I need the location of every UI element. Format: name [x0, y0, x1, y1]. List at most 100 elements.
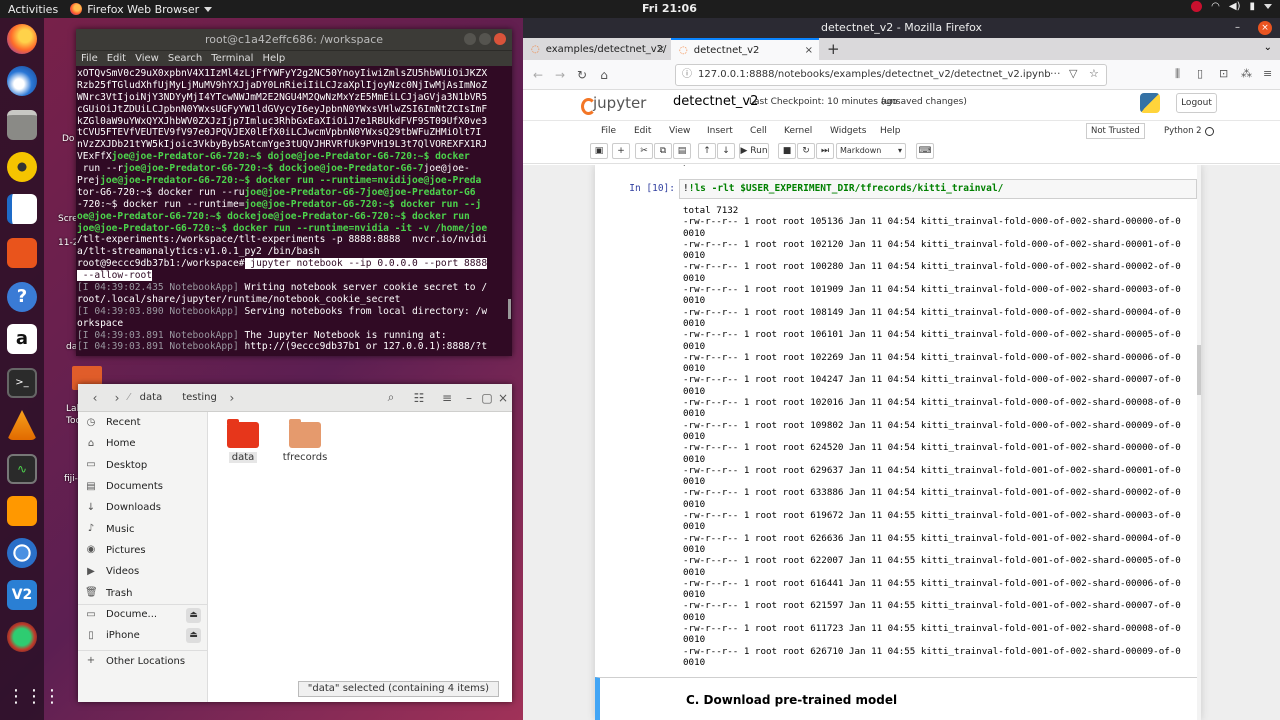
minimize-icon[interactable] [464, 33, 476, 45]
close-icon[interactable]: × [492, 391, 514, 405]
sidebar-item-videos[interactable]: ▶ Videos [78, 561, 207, 582]
back-icon[interactable]: ‹ [84, 391, 106, 405]
forward-icon[interactable]: → [549, 68, 571, 82]
terminal-dock-icon[interactable]: >_ [7, 368, 37, 398]
run-button[interactable]: ▶ Run [739, 143, 769, 159]
files-window[interactable]: ‹ › ⁄ data testing › ⌕ ☷ ≡ – ▢ × ◷ Recent… [78, 384, 512, 702]
chevron-right-icon[interactable]: › [221, 391, 243, 405]
menu-icon[interactable]: ≡ [1263, 67, 1272, 80]
sidebar-item-music[interactable]: ♪ Music [78, 518, 207, 539]
sidebar-item-recent[interactable]: ◷ Recent [78, 412, 207, 433]
folder-item-data[interactable]: data [215, 419, 271, 463]
app-menu[interactable]: Firefox Web Browser [66, 3, 213, 16]
code-input[interactable]: !!ls -rlt $USER_EXPERIMENT_DIR/tfrecords… [679, 179, 1197, 199]
terminal-menu-view[interactable]: View [135, 53, 159, 64]
close-icon[interactable] [494, 33, 506, 45]
thunderbird-dock-icon[interactable] [7, 66, 37, 96]
extension-icon[interactable]: ⁂ [1241, 67, 1252, 80]
files-view[interactable]: data tfrecords "data" selected (containi… [209, 412, 512, 702]
jupyter-menu-help[interactable]: Help [880, 126, 901, 136]
cut-icon[interactable]: ✂ [635, 143, 653, 159]
jupyter-menu-widgets[interactable]: Widgets [830, 126, 866, 136]
chromium-dock-icon[interactable] [7, 538, 37, 568]
tab-detectnet[interactable]: ◌ detectnet_v2 × [671, 38, 819, 60]
interrupt-icon[interactable]: ■ [778, 143, 796, 159]
sidebar-item-documents[interactable]: ▤ Documents [78, 476, 207, 497]
sidebar-item-desktop[interactable]: ▭ Desktop [78, 455, 207, 476]
eject-icon[interactable]: ⏏ [186, 607, 201, 623]
sidebar-item-home[interactable]: ⌂ Home [78, 433, 207, 454]
jupyter-menu-view[interactable]: View [669, 126, 690, 136]
trusted-indicator[interactable]: Not Trusted [1086, 123, 1145, 139]
page-actions-icon[interactable]: ··· [1050, 67, 1061, 80]
system-tray[interactable]: ◠ ◀) ▮ [1191, 1, 1272, 12]
help-dock-icon[interactable]: ? [7, 282, 37, 312]
reload-icon[interactable]: ↻ [571, 68, 593, 82]
jupyter-menu-kernel[interactable]: Kernel [784, 126, 812, 136]
notebook-name[interactable]: detectnet_v2 [673, 94, 758, 109]
fast-forward-icon[interactable]: ⏭ [816, 143, 834, 159]
jupyter-menu-insert[interactable]: Insert [707, 126, 733, 136]
vscode-dock-icon[interactable]: V2 [7, 580, 37, 610]
tab-list-icon[interactable]: ⌄ [1264, 42, 1272, 53]
forward-icon[interactable]: › [106, 391, 128, 405]
terminal-window[interactable]: root@c1a42effc686: /workspace File Edit … [76, 29, 512, 356]
clock[interactable]: Fri 21:06 [642, 2, 697, 15]
close-icon[interactable]: × [805, 45, 813, 56]
firefox-titlebar[interactable]: detectnet_v2 - Mozilla Firefox – × [523, 18, 1280, 38]
sidebar-item-pictures[interactable]: ◉ Pictures [78, 540, 207, 561]
folder-item-tfrecords[interactable]: tfrecords [277, 419, 333, 463]
back-icon[interactable]: ← [527, 68, 549, 82]
writer-dock-icon[interactable] [7, 194, 37, 224]
move-up-icon[interactable]: ↑ [698, 143, 716, 159]
minimize-icon[interactable]: – [1235, 18, 1240, 38]
app-grid-icon[interactable]: ⋮⋮⋮ [7, 682, 61, 712]
copy-icon[interactable]: ⧉ [654, 143, 672, 159]
cell-type-select[interactable]: Markdown [836, 143, 906, 159]
terminal-menu-terminal[interactable]: Terminal [211, 53, 253, 64]
desktop-icon-label[interactable]: fiji- [64, 474, 78, 484]
close-icon[interactable]: × [657, 44, 665, 55]
firefox-dock-icon[interactable] [7, 24, 37, 54]
insert-cell-icon[interactable]: + [612, 143, 630, 159]
jupyter-logo[interactable]: jupyter [580, 94, 646, 115]
maximize-icon[interactable] [479, 33, 491, 45]
command-palette-icon[interactable]: ⌨ [916, 143, 934, 159]
activities-button[interactable]: Activities [0, 3, 66, 16]
sidebar-item-docume[interactable]: ▭ Docume... ⏏ [78, 603, 207, 625]
paste-icon[interactable]: ▤ [673, 143, 691, 159]
view-options-icon[interactable]: ☷ [408, 391, 430, 405]
terminal-menu-edit[interactable]: Edit [107, 53, 126, 64]
globe-dock-icon[interactable] [7, 622, 37, 652]
sublime-dock-icon[interactable] [7, 496, 37, 526]
vlc-dock-icon[interactable] [7, 410, 37, 440]
amazon-dock-icon[interactable]: a [7, 324, 37, 354]
jupyter-menu-edit[interactable]: Edit [634, 126, 651, 136]
rhythmbox-dock-icon[interactable] [7, 152, 37, 182]
notebook-scrollbar[interactable] [1197, 165, 1201, 720]
desktop-icon-label[interactable]: Do [62, 134, 74, 144]
bookmark-star-icon[interactable]: ☆ [1089, 67, 1099, 80]
save-icon[interactable]: ▣ [590, 143, 608, 159]
terminal-menu-help[interactable]: Help [262, 53, 285, 64]
search-icon[interactable]: ⌕ [380, 390, 402, 405]
breadcrumb-data[interactable]: data [130, 392, 173, 403]
sidebar-item-other-locations[interactable]: + Other Locations [78, 650, 207, 671]
move-down-icon[interactable]: ↓ [717, 143, 735, 159]
logout-button[interactable]: Logout [1176, 93, 1217, 113]
eject-icon[interactable]: ⏏ [186, 627, 201, 643]
terminal-output[interactable]: xOTQvSmV0c29uX0xpbnV4X1IzMl4zLjFfYWFyY2g… [76, 66, 512, 355]
terminal-menu-file[interactable]: File [81, 53, 98, 64]
url-bar[interactable]: 127.0.0.1:8888/notebooks/examples/detect… [675, 64, 1107, 86]
firefox-window[interactable]: detectnet_v2 - Mozilla Firefox – × ◌ exa… [523, 18, 1280, 720]
markdown-cell[interactable]: C. Download pre-trained model [595, 677, 1201, 720]
library-icon[interactable]: ⫼ [1175, 67, 1180, 81]
restart-icon[interactable]: ↻ [797, 143, 815, 159]
jupyter-menu-file[interactable]: File [601, 126, 616, 136]
terminal-menu-search[interactable]: Search [168, 53, 202, 64]
pocket-icon[interactable]: ▽ [1069, 67, 1077, 80]
terminal-titlebar[interactable]: root@c1a42effc686: /workspace [76, 29, 512, 50]
menu-icon[interactable]: ≡ [436, 391, 458, 405]
screenshot-icon[interactable]: ⊡ [1219, 67, 1228, 80]
home-icon[interactable]: ⌂ [593, 68, 615, 82]
